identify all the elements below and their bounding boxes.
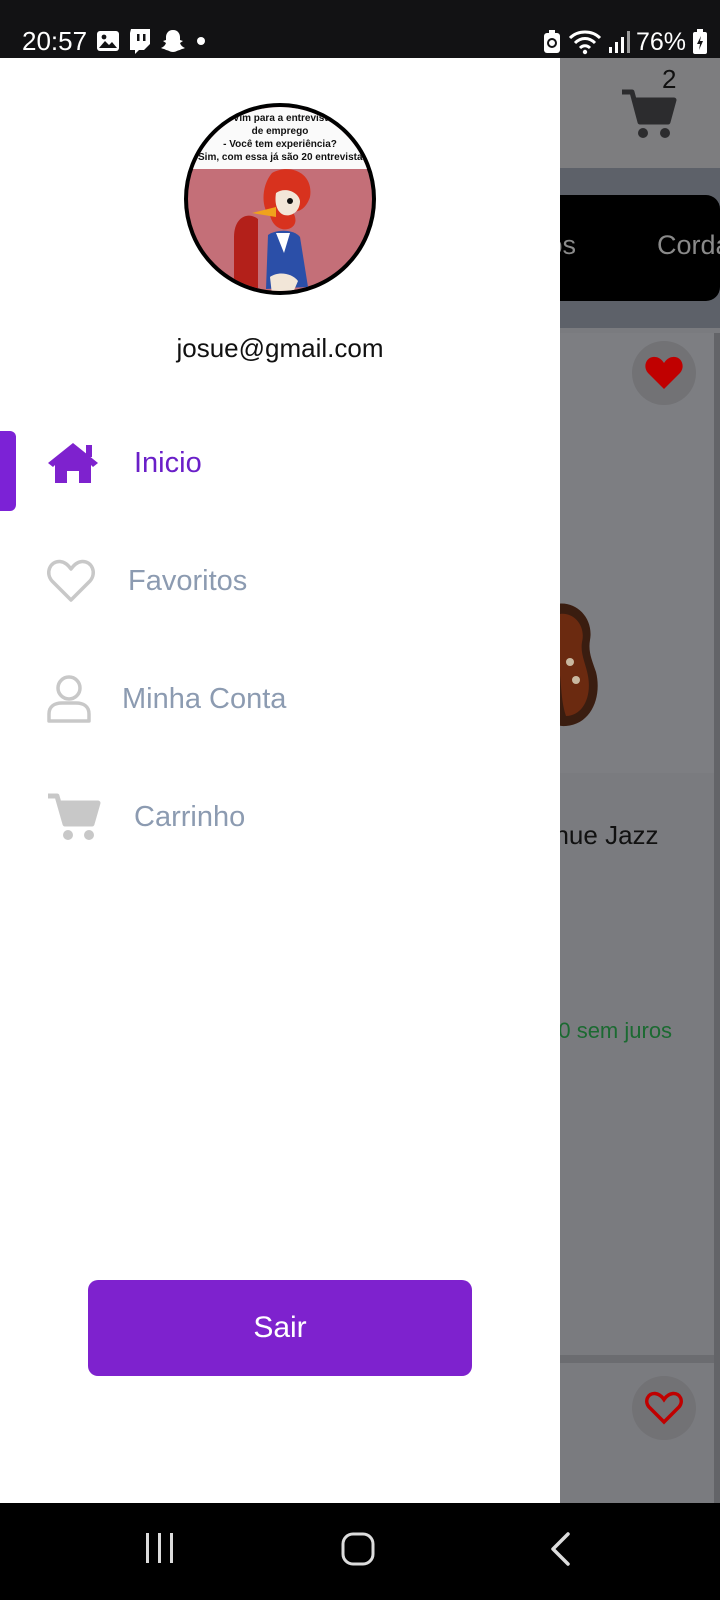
twitch-icon [130,29,150,54]
user-email: josue@gmail.com [176,333,384,363]
nav-item-label: Favoritos [128,564,248,597]
heart-outline-icon [645,1391,683,1425]
avatar[interactable]: - Vim para a entrevista de emprego - Voc… [184,103,376,295]
battery-icon [693,29,707,54]
status-time: 20:57 [22,26,88,56]
nav-item-favoritos[interactable]: Favoritos [0,536,560,626]
home-icon [46,441,100,485]
home-button-icon[interactable] [340,1531,376,1567]
battery-percentage: 76% [635,27,686,56]
back-icon[interactable] [548,1531,572,1567]
nav-item-label: Minha Conta [122,682,287,715]
gallery-icon [97,31,119,51]
status-bar: 20:57 76% [0,0,720,58]
avatar-caption-line: - Vim para a entrevista [226,113,334,124]
cart-icon [46,792,102,842]
avatar-caption-area: - Vim para a entrevista de emprego - Voc… [188,107,372,169]
nav-item-label: Inicio [134,446,202,479]
navigation-drawer: - Vim para a entrevista de emprego - Voc… [0,58,560,1503]
signal-icon [608,31,630,53]
woodpecker-drawing [234,169,311,291]
avatar-caption-line: - Você tem experiência? [223,139,337,150]
wifi-icon [568,30,602,55]
dot-icon [197,37,205,45]
nav-item-inicio[interactable]: Inicio [0,418,560,508]
nav-item-minha-conta[interactable]: Minha Conta [0,654,560,744]
avatar-caption-line: - Sim, com essa já são 20 entrevistas [191,152,369,163]
nav-item-carrinho[interactable]: Carrinho [0,772,560,862]
header-cart-icon[interactable] [620,88,678,140]
scroll-edge [714,333,720,1503]
favorite-button[interactable] [632,1376,696,1440]
heart-filled-icon [645,356,683,389]
heart-icon [46,558,96,604]
system-navigation-bar [0,1503,720,1600]
data-saver-icon [543,30,560,53]
favorite-button[interactable] [632,341,696,405]
avatar-caption-line: de emprego [251,126,309,137]
category-item[interactable]: Corda [657,230,720,261]
logout-button[interactable]: Sair [88,1280,472,1376]
snapchat-icon [161,30,185,52]
user-icon [46,674,92,724]
recents-icon[interactable] [143,1531,177,1565]
nav-item-label: Carrinho [134,800,246,833]
